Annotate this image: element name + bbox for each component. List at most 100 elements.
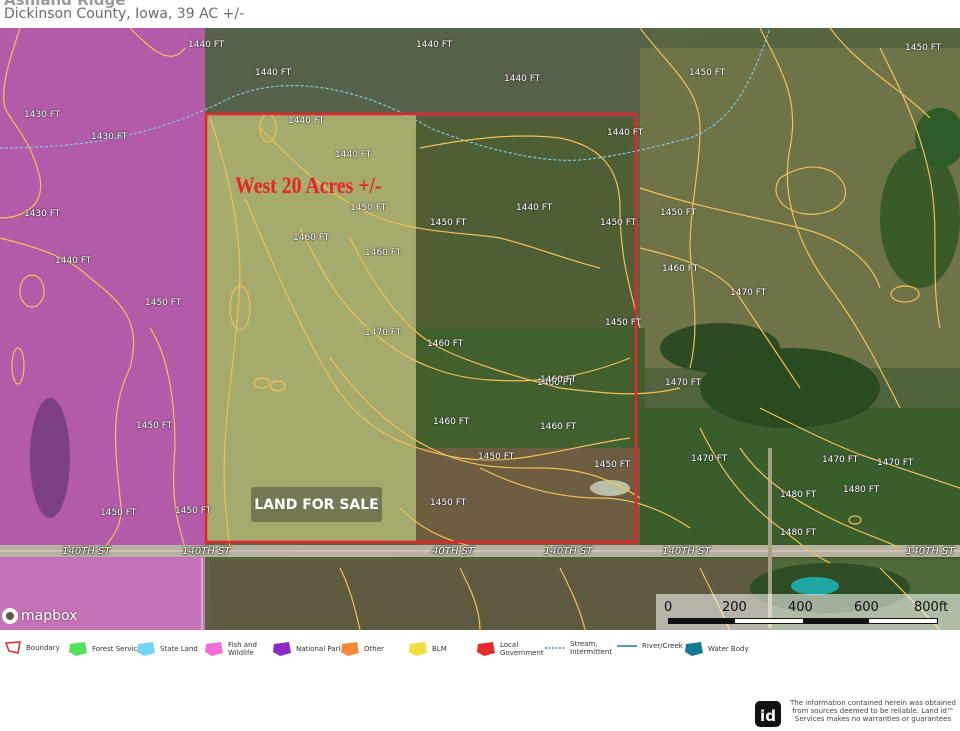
contour-label: 1470 FT: [365, 328, 402, 338]
contour-label: 1440 FT: [416, 40, 453, 50]
contour-label: 1450 FT: [689, 68, 726, 78]
legend-label: Boundary: [26, 644, 60, 652]
contour-label: 1470 FT: [691, 454, 728, 464]
mapbox-logo[interactable]: mapbox: [2, 608, 77, 624]
contour-label: 1440 FT: [188, 40, 225, 50]
contour-label: 1460 FT: [662, 264, 699, 274]
contour-label: 1470 FT: [665, 378, 702, 388]
contour-label: 1450 FT: [905, 43, 942, 53]
disclaimer-text: The information contained herein was obt…: [790, 699, 956, 723]
road-label: 140TH ST: [544, 546, 593, 557]
scale-label: 600: [854, 600, 879, 615]
contour-label: 1440 FT: [255, 68, 292, 78]
contour-label: 1460 FT: [293, 233, 330, 243]
road-label: 140TH ST: [62, 546, 111, 557]
water-body-polygon-icon: [685, 642, 703, 656]
contour-label: 1450 FT: [478, 452, 515, 462]
legend-label: Local Government: [500, 641, 544, 657]
mapbox-wordmark: mapbox: [21, 608, 78, 624]
road-label: 40TH ST: [432, 546, 474, 557]
boundary-outline-icon: [4, 641, 21, 654]
legend-label: BLM: [432, 645, 447, 653]
contour-label: 1460 FT: [433, 417, 470, 427]
contour-label: 1440 FT: [607, 128, 644, 138]
contour-label: 1450 FT: [660, 208, 697, 218]
contour-label: 1440 FT: [335, 150, 372, 160]
aerial-map[interactable]: 1440 FT 1440 FT 1440 FT 1440 FT 1450 FT …: [0, 28, 960, 630]
contour-label: 1430 FT: [91, 132, 128, 142]
contour-label: 1450 FT: [605, 318, 642, 328]
map-legend: Boundary Forest Servic State Land Fish a…: [0, 630, 960, 680]
legend-label: Fish and Wildlife: [228, 641, 257, 657]
legend-item-national-park: National Parl: [272, 640, 340, 658]
legend-label: National Parl: [296, 645, 341, 653]
blm-polygon-icon: [409, 642, 427, 656]
legend-item-boundary: Boundary: [4, 640, 60, 656]
contour-label: 1440 FT: [504, 74, 541, 84]
scale-label: 200: [722, 600, 747, 615]
scale-label: 400: [788, 600, 813, 615]
contour-label: 1480 FT: [780, 490, 817, 500]
contour-label: 1450 FT: [350, 203, 387, 213]
contour-label: 1450 FT: [430, 498, 467, 508]
state-land-polygon-icon: [137, 642, 155, 656]
legend-label: State Land: [160, 645, 198, 653]
legend-label: Stream, Intermittent: [570, 640, 613, 656]
contour-label: 1450 FT: [594, 460, 631, 470]
contour-label: 1450 FT: [430, 218, 467, 228]
scale-segment: [669, 619, 735, 623]
contour-label: 1470 FT: [730, 288, 767, 298]
legend-label: Other: [364, 645, 384, 653]
contour-label: 1440 FT: [516, 203, 553, 213]
land-for-sale-badge: LAND FOR SALE: [251, 487, 382, 522]
contour-label: 1440 FT: [55, 256, 92, 266]
forest-service-polygon-icon: [69, 642, 87, 656]
legend-item-water-body: Water Body: [684, 640, 749, 658]
road-label: 140TH ST: [182, 546, 231, 557]
legend-item-blm: BLM: [408, 640, 447, 658]
scale-label: 0: [664, 600, 673, 615]
river-creek-line-icon: [617, 645, 637, 647]
contour-label: 1470 FT: [877, 458, 914, 468]
contour-label: 1460 FT: [427, 339, 464, 349]
road-label: 140TH ST: [906, 546, 955, 557]
legend-item-fish-wildlife: Fish and Wildlife: [204, 640, 260, 658]
contour-label: 1450 FT: [100, 508, 137, 518]
scale-segment: [803, 619, 869, 623]
contour-label: 1430 FT: [24, 209, 61, 219]
land-id-logo: id: [755, 701, 781, 727]
contour-label: 1430 FT: [24, 110, 61, 120]
legend-label: Water Body: [708, 645, 749, 653]
map-imagery: [0, 28, 960, 630]
legend-label: Forest Servic: [92, 645, 138, 653]
contour-label: 1450 FT: [175, 506, 212, 516]
other-polygon-icon: [341, 642, 359, 656]
contour-label: 1450 FT: [136, 421, 173, 431]
contour-label: 1470 FT: [822, 455, 859, 465]
contour-label: 1480 FT: [843, 485, 880, 495]
scale-bar: 0 200 400 600 800ft: [656, 594, 960, 630]
national-park-polygon-icon: [273, 642, 291, 656]
scale-ruler: [668, 618, 938, 624]
road-label: 140TH ST: [662, 546, 711, 557]
local-government-polygon-icon: [477, 642, 495, 656]
legend-item-river-creek: River/Creek: [616, 640, 683, 652]
contour-label: 1450 FT: [145, 298, 182, 308]
legend-item-stream-intermittent: Stream, Intermittent: [544, 640, 613, 656]
parcel-label: West 20 Acres +/-: [235, 173, 382, 198]
map-header: Ashland Ridge Dickinson County, Iowa, 39…: [0, 0, 960, 28]
stream-intermittent-line-icon: [545, 647, 565, 649]
legend-item-other: Other: [340, 640, 384, 658]
contour-label: 1460 FT: [365, 248, 402, 258]
mapbox-icon: [2, 608, 18, 624]
scale-label: 800ft: [914, 600, 949, 615]
contour-label: 1460 FT: [540, 375, 577, 385]
legend-item-local-government: Local Government: [476, 640, 544, 658]
contour-label: 1450 FT: [600, 218, 637, 228]
contour-label: 1440 FT: [288, 116, 325, 126]
legend-item-state-land: State Land: [136, 640, 198, 658]
legend-label: River/Creek: [642, 642, 683, 650]
property-subtitle: Dickinson County, Iowa, 39 AC +/-: [4, 6, 245, 22]
contour-label: 1480 FT: [780, 528, 817, 538]
contour-label: 1460 FT: [540, 422, 577, 432]
